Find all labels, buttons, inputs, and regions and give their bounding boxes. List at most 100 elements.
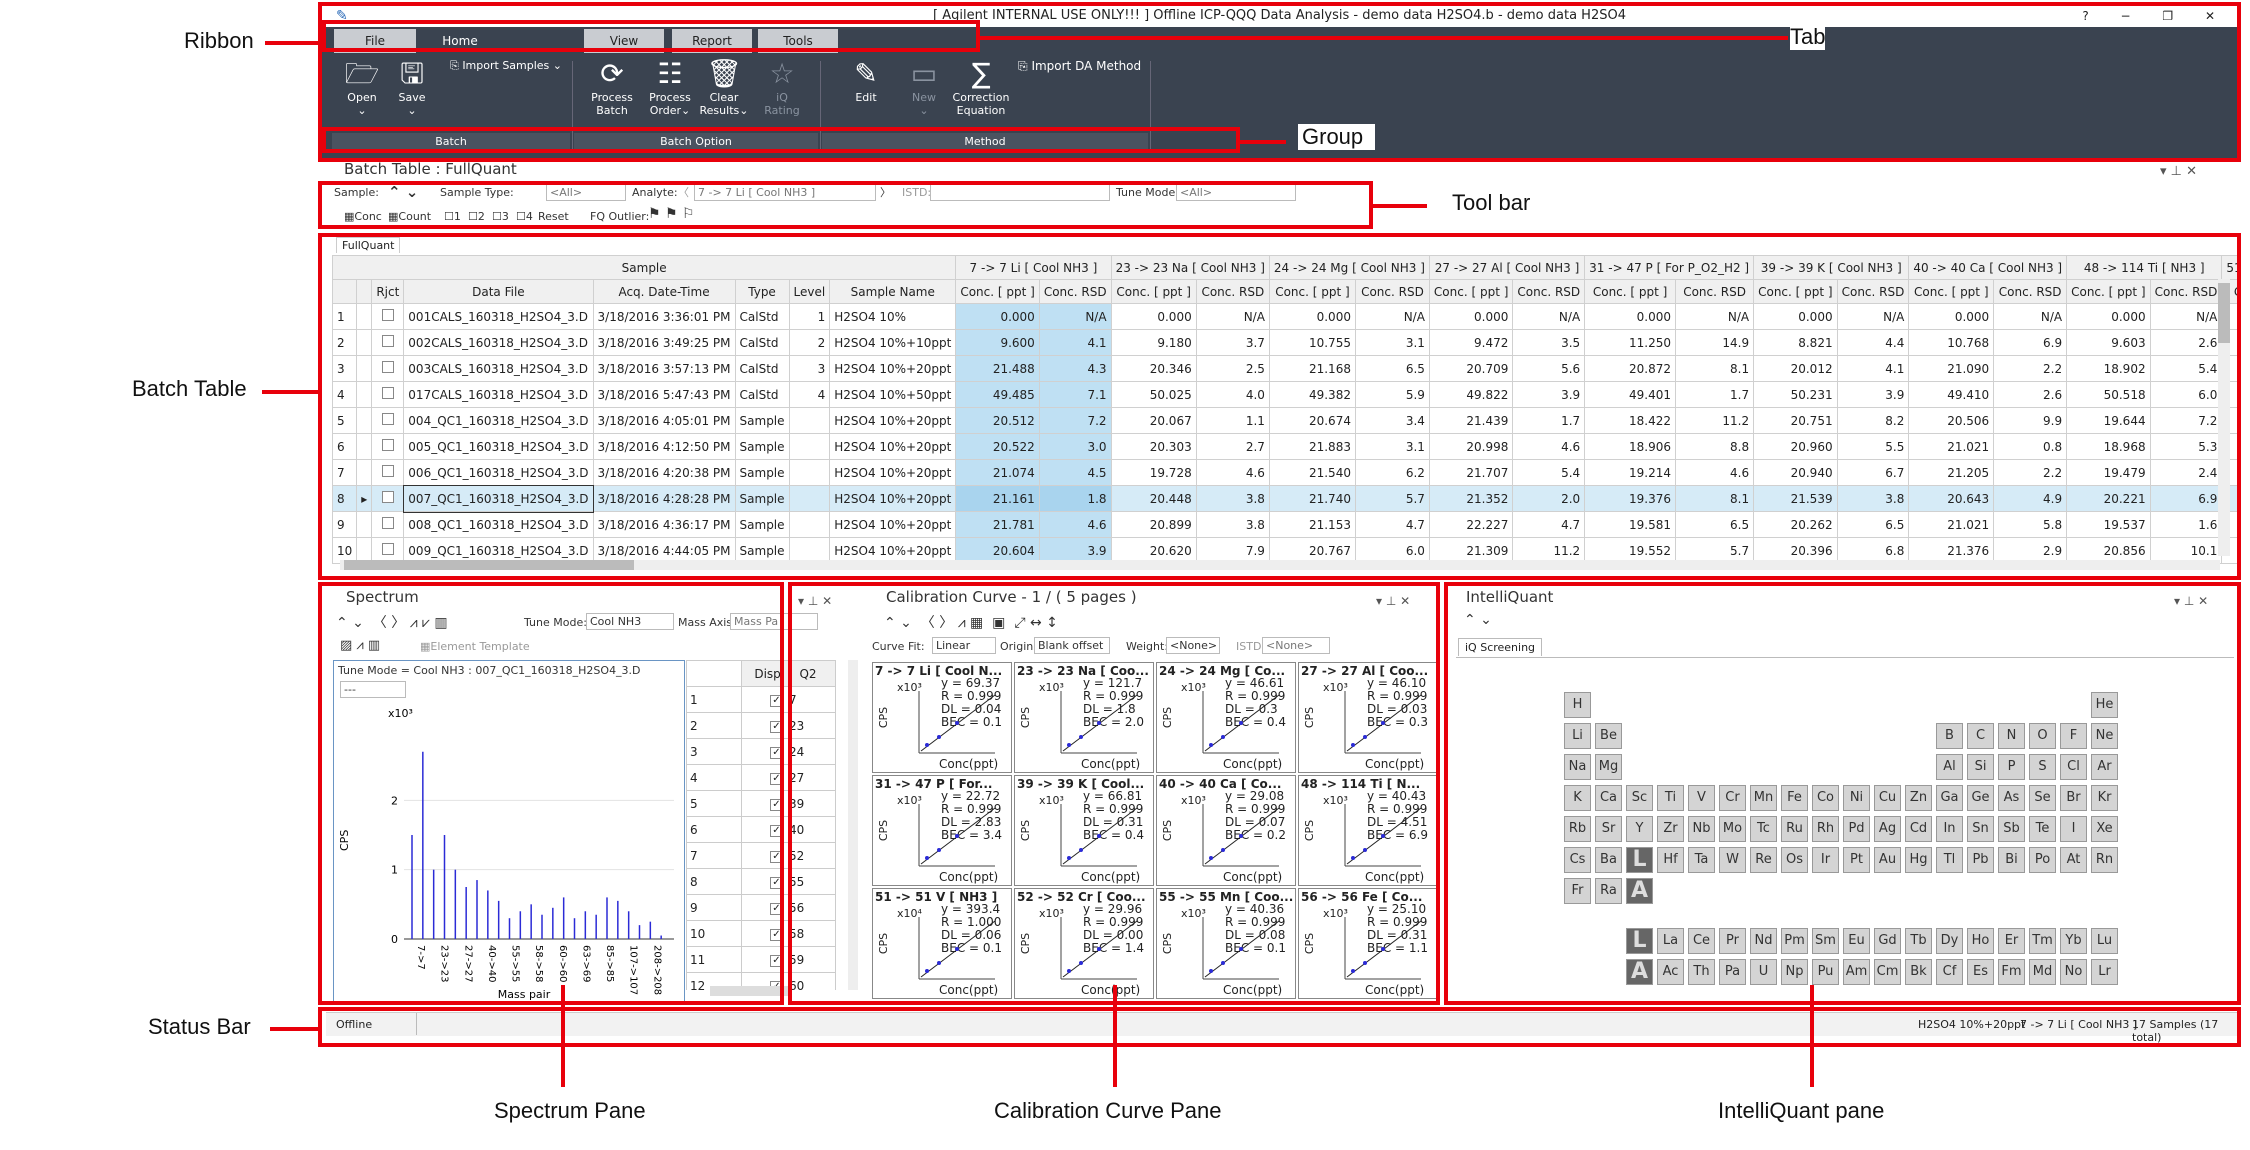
element-p[interactable]: P [1998, 754, 2025, 780]
element-nb[interactable]: Nb [1688, 816, 1715, 842]
tab-fullquant[interactable]: FullQuant [336, 237, 401, 253]
tune-mode-select[interactable]: <All> [1176, 184, 1296, 201]
calibration-cell[interactable]: 48 -> 114 Ti [ N... x10³ y = 40.43 R = 0.99… [1298, 775, 1438, 886]
column-header[interactable]: Acq. Date-Time [592, 279, 736, 304]
element-cf[interactable]: Cf [1936, 958, 1963, 985]
tab-view[interactable]: View [584, 29, 664, 53]
table-row[interactable]: 5 004_QC1_160318_H2SO4_3.D 3/18/2016 4:05:… [332, 407, 2237, 434]
table-row[interactable]: 1 001CALS_160318_H2SO4_3.D 3/18/2016 3:36:… [332, 303, 2237, 330]
display-row[interactable]: 8 ✓ [686, 868, 792, 895]
element-la[interactable]: La [1657, 927, 1684, 954]
q2-row[interactable]: 59 [780, 946, 836, 973]
element-nd[interactable]: Nd [1750, 927, 1777, 954]
calibration-cell[interactable]: 39 -> 39 K [ Cool... x10³ y = 66.81 R = 0.9… [1014, 775, 1154, 886]
tab-report[interactable]: Report [672, 29, 752, 53]
spectrum-vscrollbar[interactable] [848, 660, 858, 990]
element-rn[interactable]: Rn [2091, 847, 2118, 873]
column-header[interactable]: Conc. RSD [1993, 279, 2068, 304]
element-w[interactable]: W [1719, 847, 1746, 873]
element-li[interactable]: Li [1564, 723, 1591, 749]
calibration-nav-icons[interactable]: ⌃ ⌄ 〈 〉 ⩘ ▦ ▣ ⤢ ↔ ↕ [884, 612, 1058, 632]
element-yb[interactable]: Yb [2060, 927, 2087, 954]
element-tl[interactable]: Tl [1936, 847, 1963, 873]
display-row[interactable]: 10 ✓ [686, 920, 792, 947]
element-ir[interactable]: Ir [1812, 847, 1839, 873]
element-np[interactable]: Np [1781, 958, 1808, 985]
element-mg[interactable]: Mg [1595, 754, 1622, 780]
display-row[interactable]: 1 ✓ [686, 686, 792, 713]
column-header[interactable]: Conc. RSD [1354, 279, 1430, 304]
view-1-button[interactable]: ☐1 [444, 210, 461, 223]
element-he[interactable]: He [2091, 692, 2118, 718]
element-pa[interactable]: Pa [1719, 958, 1746, 985]
tab-home[interactable]: Home [420, 29, 500, 53]
calibration-cell[interactable]: 23 -> 23 Na [ Coo... x10³ y = 121.7 R = 0.9… [1014, 662, 1154, 773]
element-md[interactable]: Md [2029, 958, 2056, 985]
batch-horizontal-scrollbar[interactable] [340, 560, 2220, 570]
scroll-thumb[interactable] [2218, 283, 2230, 343]
spectrum-tune-mode-select[interactable]: Cool NH3 [586, 613, 674, 630]
element-in[interactable]: In [1936, 816, 1963, 842]
tab-iq-screening[interactable]: iQ Screening [1458, 638, 1543, 656]
element-n[interactable]: N [1998, 723, 2025, 749]
column-header[interactable]: Data File [403, 279, 594, 304]
display-row[interactable]: 2 ✓ [686, 712, 792, 739]
display-row[interactable]: 9 ✓ [686, 894, 792, 921]
table-row[interactable]: 7 006_QC1_160318_H2SO4_3.D 3/18/2016 4:20:… [332, 459, 2237, 486]
element-pm[interactable]: Pm [1781, 927, 1808, 954]
element-bk[interactable]: Bk [1905, 958, 1932, 985]
scroll-thumb[interactable] [344, 560, 634, 570]
column-header[interactable]: Conc. [ ppt ] [1110, 279, 1197, 304]
element-tm[interactable]: Tm [2029, 927, 2056, 954]
element-co[interactable]: Co [1812, 785, 1839, 811]
element-o[interactable]: O [2029, 723, 2056, 749]
edit-button[interactable]: ✎ Edit [838, 57, 894, 104]
table-row[interactable]: 3 003CALS_160318_H2SO4_3.D 3/18/2016 3:57:… [332, 355, 2237, 382]
q2-row[interactable]: 55 [780, 868, 836, 895]
spectrum-nav-icons[interactable]: ⌃ ⌄ 〈 〉 ⩘ ⩗ ▥ [336, 612, 448, 632]
q2-row[interactable]: 52 [780, 842, 836, 869]
window-controls[interactable]: ? − ❐ ✕ [2082, 5, 2229, 27]
element-ge[interactable]: Ge [1967, 785, 1994, 811]
element-ac[interactable]: Ac [1657, 958, 1684, 985]
element-l[interactable]: L [1626, 847, 1653, 873]
element-ga[interactable]: Ga [1936, 785, 1963, 811]
column-header[interactable] [356, 279, 373, 304]
weight-select[interactable]: <None> [1166, 637, 1220, 654]
element-th[interactable]: Th [1688, 958, 1715, 985]
element-no[interactable]: No [2060, 958, 2087, 985]
column-header[interactable]: Conc. RSD [2149, 279, 2223, 304]
element-hg[interactable]: Hg [1905, 847, 1932, 873]
element-ni[interactable]: Ni [1843, 785, 1870, 811]
q2-row[interactable]: 7 [780, 686, 836, 713]
reject-checkbox[interactable] [381, 309, 394, 321]
analyte-select[interactable]: 7 -> 7 Li [ Cool NH3 ] [694, 184, 876, 201]
element-gd[interactable]: Gd [1874, 927, 1901, 954]
process-order-button[interactable]: ☷ Process Order⌄ [642, 57, 698, 117]
element-eu[interactable]: Eu [1843, 927, 1870, 954]
calibration-cell[interactable]: 24 -> 24 Mg [ Co... x10³ y = 46.61 R = 0.99… [1156, 662, 1296, 773]
element-lu[interactable]: Lu [2091, 927, 2118, 954]
analyte-next-icon[interactable]: 〉 [880, 184, 891, 200]
column-header[interactable]: Conc. RSD [1038, 279, 1112, 304]
q2-row[interactable]: 40 [780, 816, 836, 843]
calibration-pin-icons[interactable]: ▾ ⊥ ✕ [798, 594, 832, 608]
reject-checkbox[interactable] [381, 491, 394, 503]
sample-nav-arrows[interactable]: ⌃ ⌄ [388, 183, 418, 201]
element-cd[interactable]: Cd [1905, 816, 1932, 842]
element-dy[interactable]: Dy [1936, 927, 1963, 954]
table-row[interactable]: 8 ▸ 007_QC1_160318_H2SO4_3.D 3/18/2016 4:28… [332, 484, 2237, 513]
element-sn[interactable]: Sn [1967, 816, 1994, 842]
column-header[interactable]: Conc. [ ppt ] [1584, 279, 1677, 304]
element-rb[interactable]: Rb [1564, 816, 1591, 842]
element-cl[interactable]: Cl [2060, 754, 2087, 780]
display-row[interactable]: 6 ✓ [686, 816, 792, 843]
count-toggle[interactable]: ▦Count [388, 210, 431, 223]
clear-results-button[interactable]: 🗑 Clear Results⌄ [696, 57, 752, 117]
calibration-cell[interactable]: 51 -> 51 V [ NH3 ] x10⁴ y = 393.4 R = 1.000… [872, 888, 1012, 999]
element-k[interactable]: K [1564, 785, 1591, 811]
q2-row[interactable]: 27 [780, 764, 836, 791]
cal-istd-select[interactable]: <None> [1262, 637, 1330, 654]
column-header[interactable]: Conc. [ ppt ] [1268, 279, 1356, 304]
element-os[interactable]: Os [1781, 847, 1808, 873]
